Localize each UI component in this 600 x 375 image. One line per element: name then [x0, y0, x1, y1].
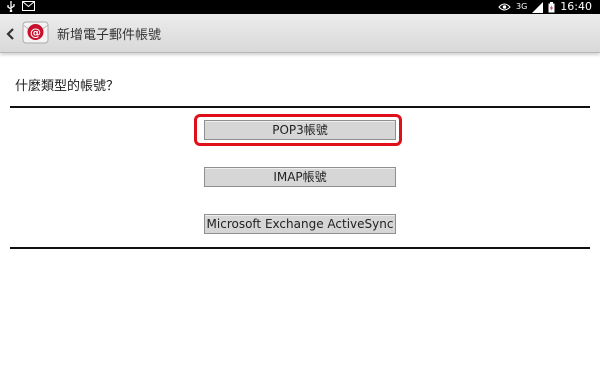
action-bar: @ 新增電子郵件帳號 — [0, 14, 600, 53]
top-divider — [10, 106, 590, 108]
account-type-question: 什麼類型的帳號？ — [15, 79, 120, 94]
usb-icon — [6, 1, 16, 13]
exchange-activesync-button[interactable]: Microsoft Exchange ActiveSync — [204, 214, 396, 234]
screen-title: 新增電子郵件帳號 — [57, 28, 162, 43]
status-bar: 3G 16:40 — [0, 0, 600, 14]
pop3-account-button[interactable]: POP3帳號 — [204, 120, 396, 140]
email-app-icon[interactable]: @ — [22, 19, 49, 46]
eye-icon — [498, 2, 511, 13]
svg-text:@: @ — [30, 26, 41, 39]
imap-account-button[interactable]: IMAP帳號 — [204, 167, 396, 187]
back-chevron-icon[interactable] — [4, 26, 18, 40]
battery-charging-icon — [548, 1, 555, 13]
mail-notification-icon — [22, 1, 35, 12]
status-time: 16:40 — [560, 0, 592, 13]
network-type: 3G — [516, 2, 528, 11]
bottom-divider — [10, 247, 590, 249]
signal-icon — [532, 1, 544, 13]
